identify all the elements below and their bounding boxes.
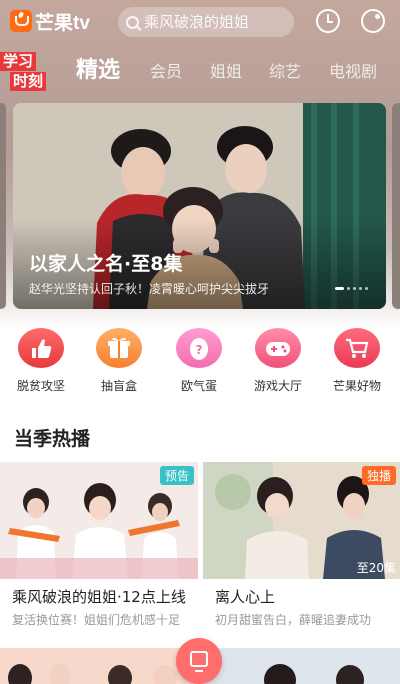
entry-blind-box[interactable]: 抽盲盒: [84, 322, 154, 394]
section-title: 当季热播: [14, 428, 91, 450]
entry-label: 游戏大厅: [253, 379, 302, 393]
video-subtitle: 复活换位赛！姐姐们危机感十足: [12, 613, 181, 627]
svg-text:?: ?: [196, 343, 203, 357]
banner-subtitle: 赵华光坚持认回子秋！凌霄暖心呵护尖尖拔牙: [29, 282, 270, 296]
episode-count: 至20集: [356, 561, 396, 575]
entry-label: 欧气蛋: [180, 379, 217, 393]
banner-carousel[interactable]: 以家人之名·至8集 赵华光坚持认回子秋！凌霄暖心呵护尖尖拔牙: [13, 103, 386, 309]
entry-label: 芒果好物: [332, 379, 381, 393]
search-bar[interactable]: [118, 7, 294, 37]
video-title: 离人心上: [215, 588, 276, 606]
pagination-dot[interactable]: [365, 287, 368, 290]
banner-next-peek[interactable]: [392, 103, 400, 309]
promo-badge-line2: 时刻: [10, 72, 47, 91]
tab-variety[interactable]: 综艺: [269, 58, 301, 82]
channel-tabs: 学习 时刻 精选 会员 姐姐 综艺 电视剧: [0, 48, 400, 94]
pagination-dot-active[interactable]: [335, 287, 344, 290]
video-card[interactable]: 独播 至20集 离人心上 初月甜蜜告白，薛曜追妻成功: [203, 462, 400, 639]
tab-vip[interactable]: 会员: [150, 58, 182, 82]
search-icon: [126, 15, 139, 29]
entry-poverty-alleviation[interactable]: 脱贫攻坚: [6, 322, 76, 394]
quick-entries: 脱贫攻坚 抽盲盒 ? 欧气蛋 游戏大厅 芒果好物: [0, 322, 400, 402]
entry-label: 脱贫攻坚: [16, 379, 65, 393]
floating-action-button[interactable]: [176, 638, 222, 684]
video-thumbnail: 预告: [0, 462, 198, 579]
app-logo[interactable]: 芒果tv: [10, 8, 90, 34]
entry-lucky-egg[interactable]: ? 欧气蛋: [164, 322, 234, 394]
tab-sisters[interactable]: 姐姐: [210, 58, 242, 82]
tab-featured[interactable]: 精选: [76, 52, 120, 84]
history-clock-icon[interactable]: [316, 9, 340, 33]
banner-pagination: [332, 287, 368, 290]
egg-icon: ?: [176, 328, 222, 368]
gamepad-icon: [255, 328, 301, 368]
video-title: 乘风破浪的姐姐·12点上线: [12, 588, 186, 606]
promo-badge-line1: 学习: [0, 52, 37, 71]
banner-title: 以家人之名·至8集: [29, 253, 183, 275]
promo-badge[interactable]: 学习 时刻: [0, 50, 58, 92]
preview-tag: 预告: [159, 466, 194, 485]
cart-icon: [334, 328, 380, 368]
tab-tv-series[interactable]: 电视剧: [329, 58, 377, 82]
pagination-dot[interactable]: [359, 287, 362, 290]
gift-box-icon: [96, 328, 142, 368]
top-bar: 芒果tv: [0, 0, 400, 44]
app-logo-text: 芒果tv: [35, 12, 90, 34]
exclusive-tag: 独播: [361, 466, 396, 485]
mango-logo-icon: [10, 10, 32, 32]
profile-icon[interactable]: [361, 9, 385, 33]
tv-screen-icon: [190, 651, 208, 672]
entry-game-hall[interactable]: 游戏大厅: [243, 322, 313, 394]
entry-label: 抽盲盒: [100, 379, 137, 393]
video-subtitle: 初月甜蜜告白，薛曜追妻成功: [215, 613, 372, 627]
pagination-dot[interactable]: [347, 287, 350, 290]
video-card[interactable]: 预告 乘风破浪的姐姐·12点上线 复活换位赛！姐姐们危机感十足: [0, 462, 198, 639]
pagination-dot[interactable]: [353, 287, 356, 290]
search-input[interactable]: [144, 13, 284, 31]
video-thumbnail: 独播 至20集: [203, 462, 400, 579]
thumbs-up-icon: [18, 328, 64, 368]
banner-prev-peek[interactable]: [0, 103, 6, 309]
entry-mango-shop[interactable]: 芒果好物: [322, 322, 392, 394]
